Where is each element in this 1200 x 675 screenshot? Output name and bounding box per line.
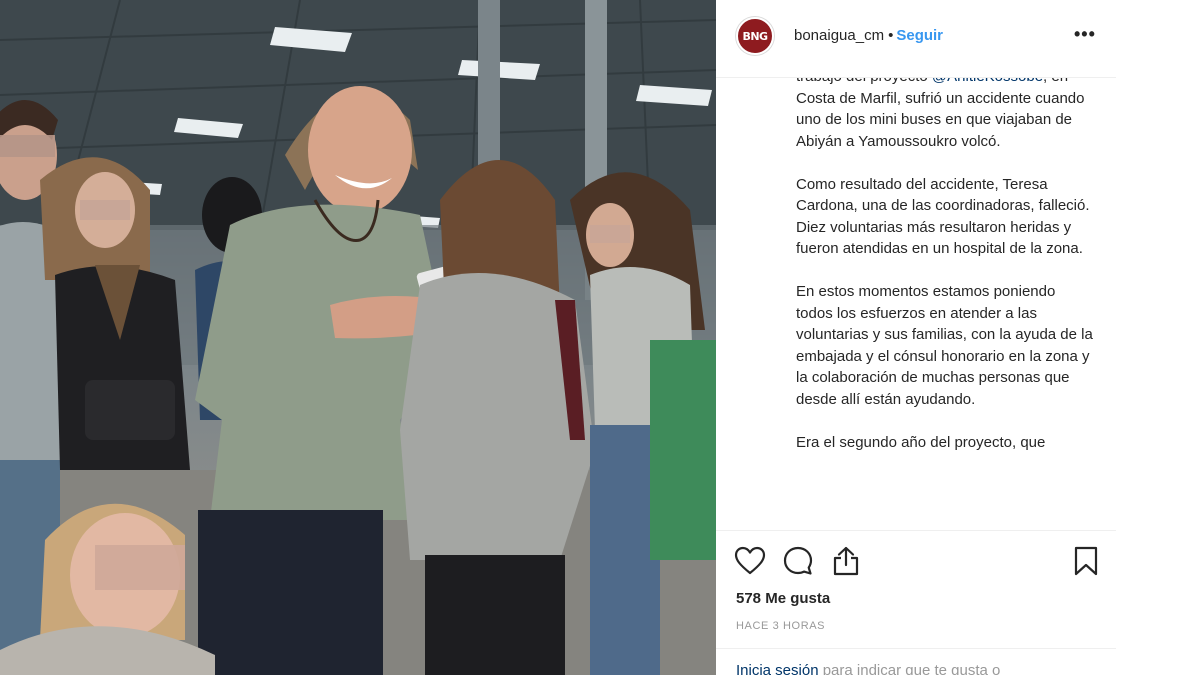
heart-icon[interactable] [734, 545, 766, 577]
likes-count[interactable]: 578 Me gusta [736, 590, 830, 607]
follow-button[interactable]: Seguir [896, 27, 943, 44]
avatar-logo-text: BNG [742, 29, 768, 43]
bookmark-icon[interactable] [1070, 545, 1102, 577]
avatar[interactable]: BNG [736, 17, 774, 55]
post-actions: 578 Me gusta HACE 3 HORAS Inicia sesión … [716, 530, 1116, 675]
share-icon[interactable] [830, 545, 862, 577]
username-link[interactable]: bonaigua_cm [794, 27, 884, 44]
post-panel: trabajo del proyecto @AhitieKossobe, en … [716, 0, 1200, 675]
login-prompt-text: para indicar que te gusta o [818, 662, 1001, 675]
caption-paragraph-3: En estos momentos estamos poniendo todos… [796, 283, 1093, 408]
more-options-icon[interactable]: ••• [1074, 24, 1096, 45]
post-timestamp: HACE 3 HORAS [736, 620, 826, 632]
login-prompt: Inicia sesión para indicar que te gusta … [716, 648, 1116, 675]
comment-icon[interactable] [782, 545, 814, 577]
photo-scene [0, 0, 716, 675]
post-caption: trabajo del proyecto @AhitieKossobe, en … [796, 66, 1096, 528]
user-line: bonaigua_cm • Seguir [794, 27, 943, 44]
caption-paragraph-1: trabajo del proyecto @AhitieKossobe, en … [796, 66, 1096, 152]
caption-paragraph-4: Era el segundo año del proyecto, que [796, 433, 1046, 451]
login-link[interactable]: Inicia sesión [736, 662, 819, 675]
caption-paragraph-2: Como resultado del accidente, Teresa Car… [796, 175, 1090, 258]
post-photo[interactable] [0, 0, 716, 675]
post-header: BNG bonaigua_cm • Seguir ••• [716, 0, 1116, 78]
separator-dot: • [888, 27, 894, 44]
